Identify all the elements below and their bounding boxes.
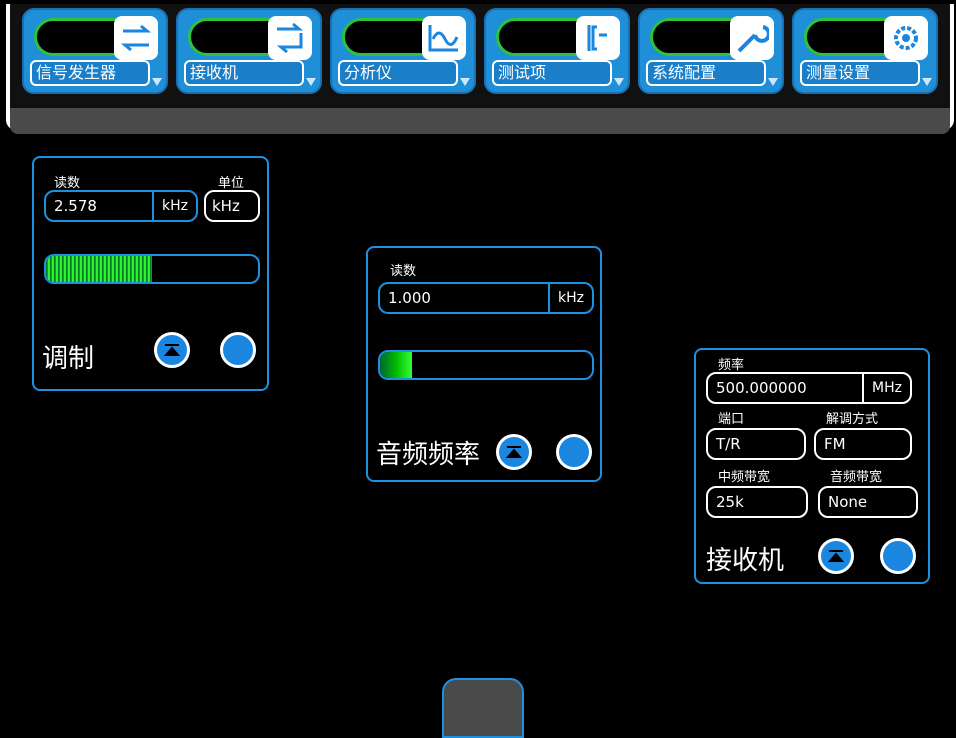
- if-bandwidth-field[interactable]: 25k: [706, 486, 808, 518]
- port-field[interactable]: T/R: [706, 428, 806, 460]
- toggle-button[interactable]: [556, 434, 592, 470]
- reading-label: 读数: [390, 264, 417, 279]
- modulation-level-bar: [44, 254, 260, 284]
- menu-label: 信号发生器: [30, 60, 150, 86]
- panel-title: 音频频率: [376, 440, 481, 470]
- frequency-value: 500.000000: [716, 379, 807, 397]
- chevron-down-icon: [460, 78, 470, 86]
- toggle-button[interactable]: [220, 332, 256, 368]
- level-fill: [46, 256, 152, 282]
- collapse-button[interactable]: [818, 538, 854, 574]
- reading-unit: kHz: [548, 284, 592, 312]
- chevron-down-icon: [768, 78, 778, 86]
- frequency-field[interactable]: 500.000000 MHz: [706, 372, 912, 404]
- collapse-button[interactable]: [154, 332, 190, 368]
- collapse-up-icon: [505, 446, 523, 458]
- menu-system-config-button[interactable]: 系统配置: [638, 8, 784, 94]
- collapse-button[interactable]: [496, 434, 532, 470]
- panel-title: 接收机: [706, 546, 785, 576]
- modulation-panel: 读数 单位 2.578 kHz kHz 调制: [32, 156, 269, 391]
- test-bracket-icon: [576, 16, 620, 60]
- reading-field[interactable]: 2.578 kHz: [44, 190, 198, 222]
- unit-selector[interactable]: kHz: [204, 190, 260, 222]
- waveform-icon: [422, 16, 466, 60]
- menu-label: 接收机: [184, 60, 304, 86]
- chevron-down-icon: [922, 78, 932, 86]
- audio-bandwidth-label: 音频带宽: [830, 470, 883, 485]
- menu-label: 测量设置: [800, 60, 920, 86]
- menu-analyzer-button[interactable]: 分析仪: [330, 8, 476, 94]
- receiver-panel: 频率 500.000000 MHz 端口 解调方式 T/R FM 中频带宽 音频…: [694, 348, 930, 584]
- frequency-unit: MHz: [862, 374, 910, 402]
- if-bandwidth-label: 中频带宽: [718, 470, 771, 485]
- audio-level-bar: [378, 350, 594, 380]
- gear-icon: [884, 16, 928, 60]
- frequency-label: 频率: [718, 358, 745, 373]
- toggle-button[interactable]: [880, 538, 916, 574]
- panel-title: 调制: [42, 344, 95, 374]
- collapse-up-icon: [163, 344, 181, 356]
- menu-label: 系统配置: [646, 60, 766, 86]
- unit-label: 单位: [218, 176, 245, 191]
- collapse-up-icon: [827, 550, 845, 562]
- swap-arrows-icon: [114, 16, 158, 60]
- chevron-down-icon: [306, 78, 316, 86]
- menu-signal-generator-button[interactable]: 信号发生器: [22, 8, 168, 94]
- reading-value: 2.578: [54, 197, 97, 215]
- demodulation-label: 解调方式: [826, 412, 879, 427]
- menu-test-items-button[interactable]: 测试项: [484, 8, 630, 94]
- audio-bandwidth-field[interactable]: None: [818, 486, 918, 518]
- wrench-icon: [730, 16, 774, 60]
- menu-receiver-button[interactable]: 接收机: [176, 8, 322, 94]
- chevron-down-icon: [614, 78, 624, 86]
- audio-frequency-panel: 读数 1.000 kHz 音频频率: [366, 246, 602, 482]
- port-label: 端口: [718, 412, 745, 427]
- bottom-drawer-tab[interactable]: [442, 678, 524, 738]
- reading-field[interactable]: 1.000 kHz: [378, 282, 594, 314]
- menu-measure-settings-button[interactable]: 测量设置: [792, 8, 938, 94]
- menu-label: 测试项: [492, 60, 612, 86]
- reading-value: 1.000: [388, 289, 431, 307]
- menu-label: 分析仪: [338, 60, 458, 86]
- menu-strip: [10, 108, 950, 134]
- chevron-down-icon: [152, 78, 162, 86]
- reading-label: 读数: [54, 176, 81, 191]
- reading-unit: kHz: [152, 192, 196, 220]
- return-arrows-icon: [268, 16, 312, 60]
- level-fill: [380, 352, 412, 378]
- demodulation-field[interactable]: FM: [814, 428, 912, 460]
